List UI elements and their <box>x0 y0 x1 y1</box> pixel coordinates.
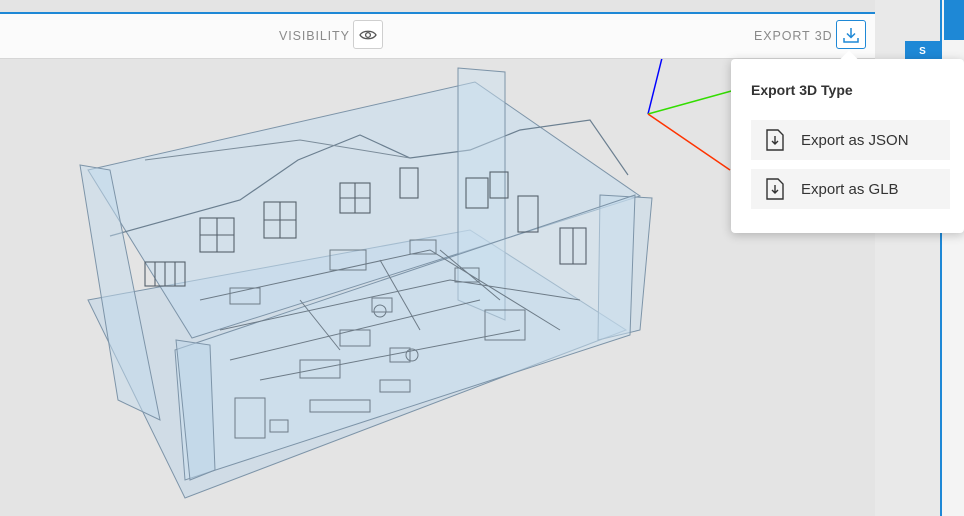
eye-icon <box>359 30 377 39</box>
export-glb-option[interactable]: Export as GLB <box>751 169 950 209</box>
viewer-toolbar: VISIBILITY EXPORT 3D <box>0 14 875 59</box>
right-panel-chip-label: S <box>919 45 926 57</box>
export-3d-label: EXPORT 3D <box>754 29 833 43</box>
file-download-icon <box>765 177 785 201</box>
visibility-button[interactable] <box>353 20 383 49</box>
export-glb-label: Export as GLB <box>801 180 899 198</box>
export-json-label: Export as JSON <box>801 131 909 149</box>
download-icon <box>843 27 859 43</box>
visibility-label: VISIBILITY <box>279 29 350 43</box>
export-3d-dropdown: Export 3D Type Export as JSON Export as … <box>731 50 964 233</box>
right-panel-tab[interactable] <box>944 0 964 40</box>
export-type-title: Export 3D Type <box>751 82 853 98</box>
export-json-option[interactable]: Export as JSON <box>751 120 950 160</box>
right-panel-chip[interactable]: S <box>905 41 940 61</box>
export-3d-button[interactable] <box>836 20 866 49</box>
file-download-icon <box>765 128 785 152</box>
